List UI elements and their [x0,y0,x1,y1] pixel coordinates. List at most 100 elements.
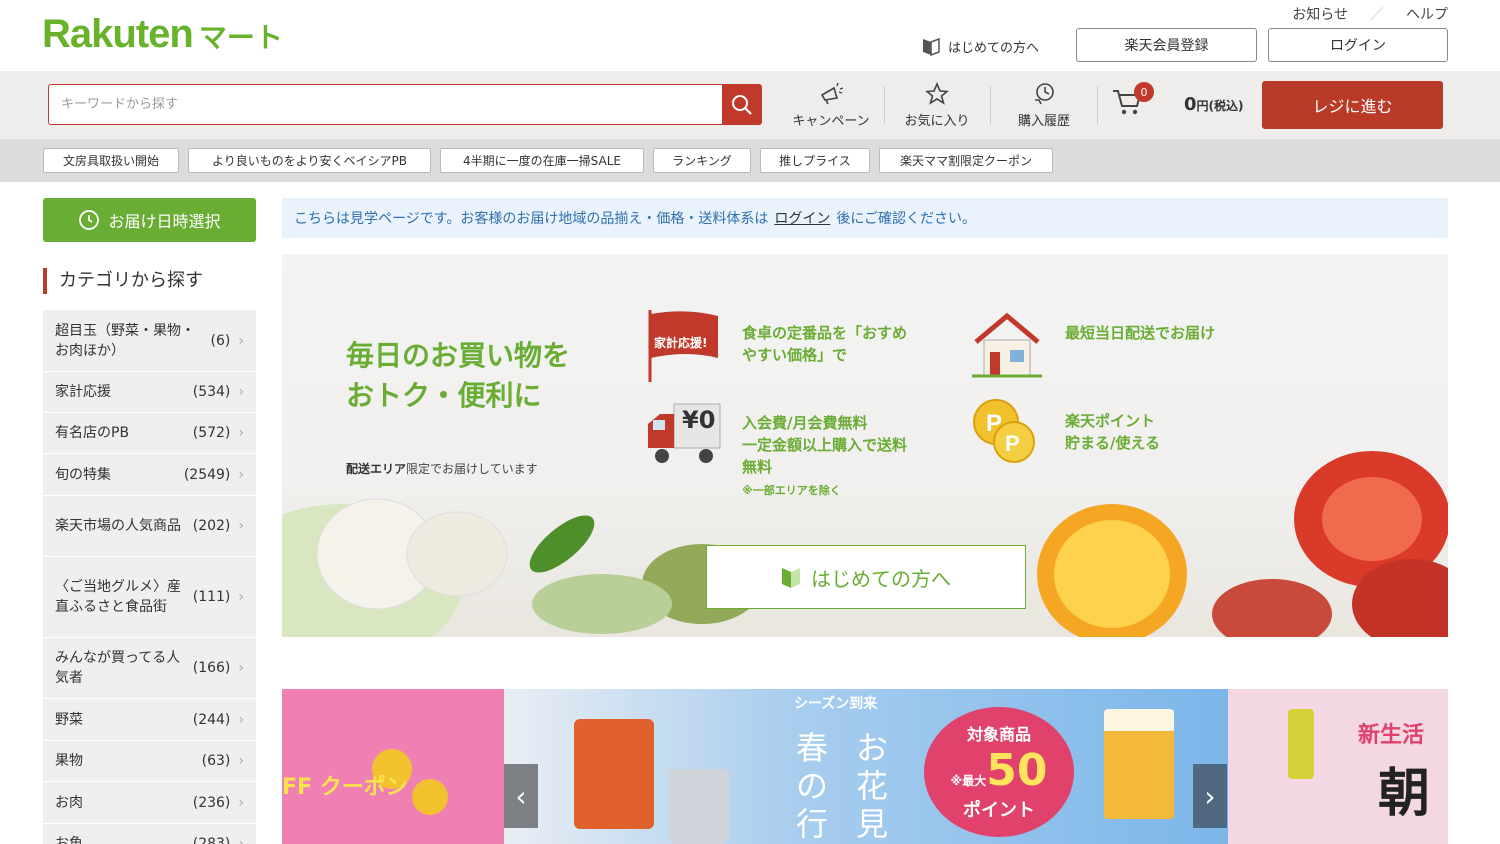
category-count: (166) [192,660,231,676]
feature3-line1: 入会費/月会費無料 [742,414,868,432]
hero-note-bold: 配送エリア [346,462,407,476]
category-count: (244) [192,711,231,728]
category-count: (111) [192,589,231,605]
chevron-right-icon: › [238,384,244,400]
category-count: (6) [210,332,231,349]
category-item[interactable]: 野菜 (244) › [43,699,256,741]
tag-oshi-price[interactable]: 推しプライス [760,148,870,173]
points-badge-num: 50 [986,745,1048,796]
category-item[interactable]: お魚 (283) › [43,824,256,844]
campaign-button[interactable]: キャンペーン [781,82,881,129]
feature3-line3: 無料 [742,458,773,476]
truck-icon-text: ¥0 [682,406,716,434]
preview-notice: こちらは見学ページです。お客様のお届け地域の品揃え・価格・送料体系は ログイン … [282,198,1448,238]
history-button[interactable]: 購入履歴 [994,82,1094,129]
category-name: みんなが買ってる人気者 [55,650,181,686]
category-count: (572) [192,425,231,441]
notice-text-after: 後にご確認ください。 [836,211,977,227]
points-badge-unit: ポイント [963,800,1035,821]
category-name: 家計応援 [55,384,111,400]
promo-slide-coupon[interactable]: FF クーポン [282,689,504,844]
beginner-mark-icon [782,568,800,588]
cart-total-value: 0 [1184,94,1197,115]
hero-title: 毎日のお買い物を おトク・便利に [346,336,570,416]
tag-clearance-sale[interactable]: 4半期に一度の在庫一掃SALE [440,148,644,173]
chevron-right-icon: › [238,332,244,349]
beer-can-shape [669,769,729,844]
search-input[interactable] [49,85,722,124]
hanami-heading: シーズン到来 [794,696,878,712]
category-name: お魚 [55,836,83,844]
logo-brand: Rakuten [42,12,194,56]
svg-text:P: P [1005,431,1020,456]
beginner-link[interactable]: はじめての方へ [922,36,1039,56]
category-count: (283) [192,836,231,844]
category-item[interactable]: 旬の特集 (2549) › [43,454,256,496]
search-button[interactable] [722,85,761,124]
feature1-line1: 食卓の定番品を「おすめ [742,324,908,342]
feature3-line2: 一定金額以上購入で送料 [742,436,908,454]
carousel-prev-arrow[interactable]: ‹ [504,764,538,828]
category-count: (63) [201,753,231,769]
feature2-line: 最短当日配送でお届け [1065,324,1216,342]
chevron-right-icon: › [238,753,244,769]
top-links: お知らせ ／ ヘルプ [1292,4,1448,24]
category-item[interactable]: 〈ご当地グルメ〉産直ふるさと食品街 (111) › [43,557,256,638]
coupon-text: FF クーポン [282,775,408,800]
feature-same-day: 最短当日配送でお届け [1065,322,1215,344]
promo-slide-hanami[interactable]: シーズン到来 春の行 お花見 対象商品 ※最大50 ポイント [504,689,1228,844]
register-button[interactable]: 楽天会員登録 [1076,28,1257,62]
cart-total-unit: 円(税込) [1196,99,1244,113]
category-count: (2549) [183,466,231,483]
category-item[interactable]: 楽天市場の人気商品 (202) › [43,496,256,557]
login-button[interactable]: ログイン [1268,28,1448,62]
hanami-vertical-1: 春の行 [796,729,829,843]
hero-note-rest: 限定でお届けしています [406,462,538,476]
promo-slide-new-life[interactable]: 新生活 朝 [1228,689,1448,844]
coin-shapes [412,779,448,815]
cart-button[interactable]: 0 [1112,82,1154,120]
points-badge-title: 対象商品 [966,725,1031,744]
checkout-button[interactable]: レジに進む [1262,81,1443,129]
svg-text:P: P [986,410,1002,437]
beer-can-shape [574,719,654,829]
category-item[interactable]: お肉 (236) › [43,782,256,824]
category-item[interactable]: 家計応援 (534) › [43,372,256,413]
delivery-date-button[interactable]: お届け日時選択 [43,198,256,242]
tag-mama-coupon[interactable]: 楽天ママ割限定クーポン [879,148,1053,173]
feature-free-fee: 入会費/月会費無料 一定金額以上購入で送料 無料 ※一部エリアを除く [742,412,907,502]
beginner-guide-label: はじめての方へ [811,566,951,591]
category-name: 超目玉（野菜・果物・お肉ほか） [55,322,195,359]
beginner-guide-button[interactable]: はじめての方へ [706,545,1026,609]
points-badge-pre: ※最大 [950,774,987,788]
megaphone-icon [820,82,844,105]
rakuten-mart-logo[interactable]: Rakuten マート [42,12,283,57]
hero-banner: 毎日のお買い物を おトク・便利に 配送エリア限定でお届けしています 家計応援! … [282,254,1448,637]
chevron-right-icon: › [238,466,244,483]
category-item[interactable]: 果物 (63) › [43,741,256,782]
notice-login-link[interactable]: ログイン [774,208,830,228]
tag-stationery[interactable]: 文房具取扱い開始 [43,148,179,173]
tag-beisia-pb[interactable]: より良いものをより安くベイシアPB [188,148,431,173]
category-item[interactable]: 超目玉（野菜・果物・お肉ほか） (6) › [43,310,256,372]
favorites-button[interactable]: お気に入り [887,82,987,129]
help-link[interactable]: ヘルプ [1406,4,1448,24]
campaign-label: キャンペーン [792,114,870,129]
new-life-big: 朝 [1378,764,1431,824]
nav-divider [1097,86,1098,124]
history-label: 購入履歴 [1017,114,1070,129]
favorites-label: お気に入り [904,114,970,129]
hanami-vertical-2: お花見 [856,729,889,843]
category-count: (534) [192,384,231,400]
category-count: (236) [192,794,231,811]
news-link[interactable]: お知らせ [1292,4,1348,24]
category-item[interactable]: みんなが買ってる人気者 (166) › [43,638,256,699]
tag-ranking[interactable]: ランキング [653,148,751,173]
feature1-line2: やすい価格」で [742,346,848,364]
chevron-right-icon: › [238,794,244,811]
category-name: 旬の特集 [55,466,111,483]
points-badge: 対象商品 ※最大50 ポイント [924,707,1074,837]
carousel-next-arrow[interactable]: › [1193,764,1227,828]
feature3-note: ※一部エリアを除く [742,484,841,497]
category-item[interactable]: 有名店のPB (572) › [43,413,256,454]
